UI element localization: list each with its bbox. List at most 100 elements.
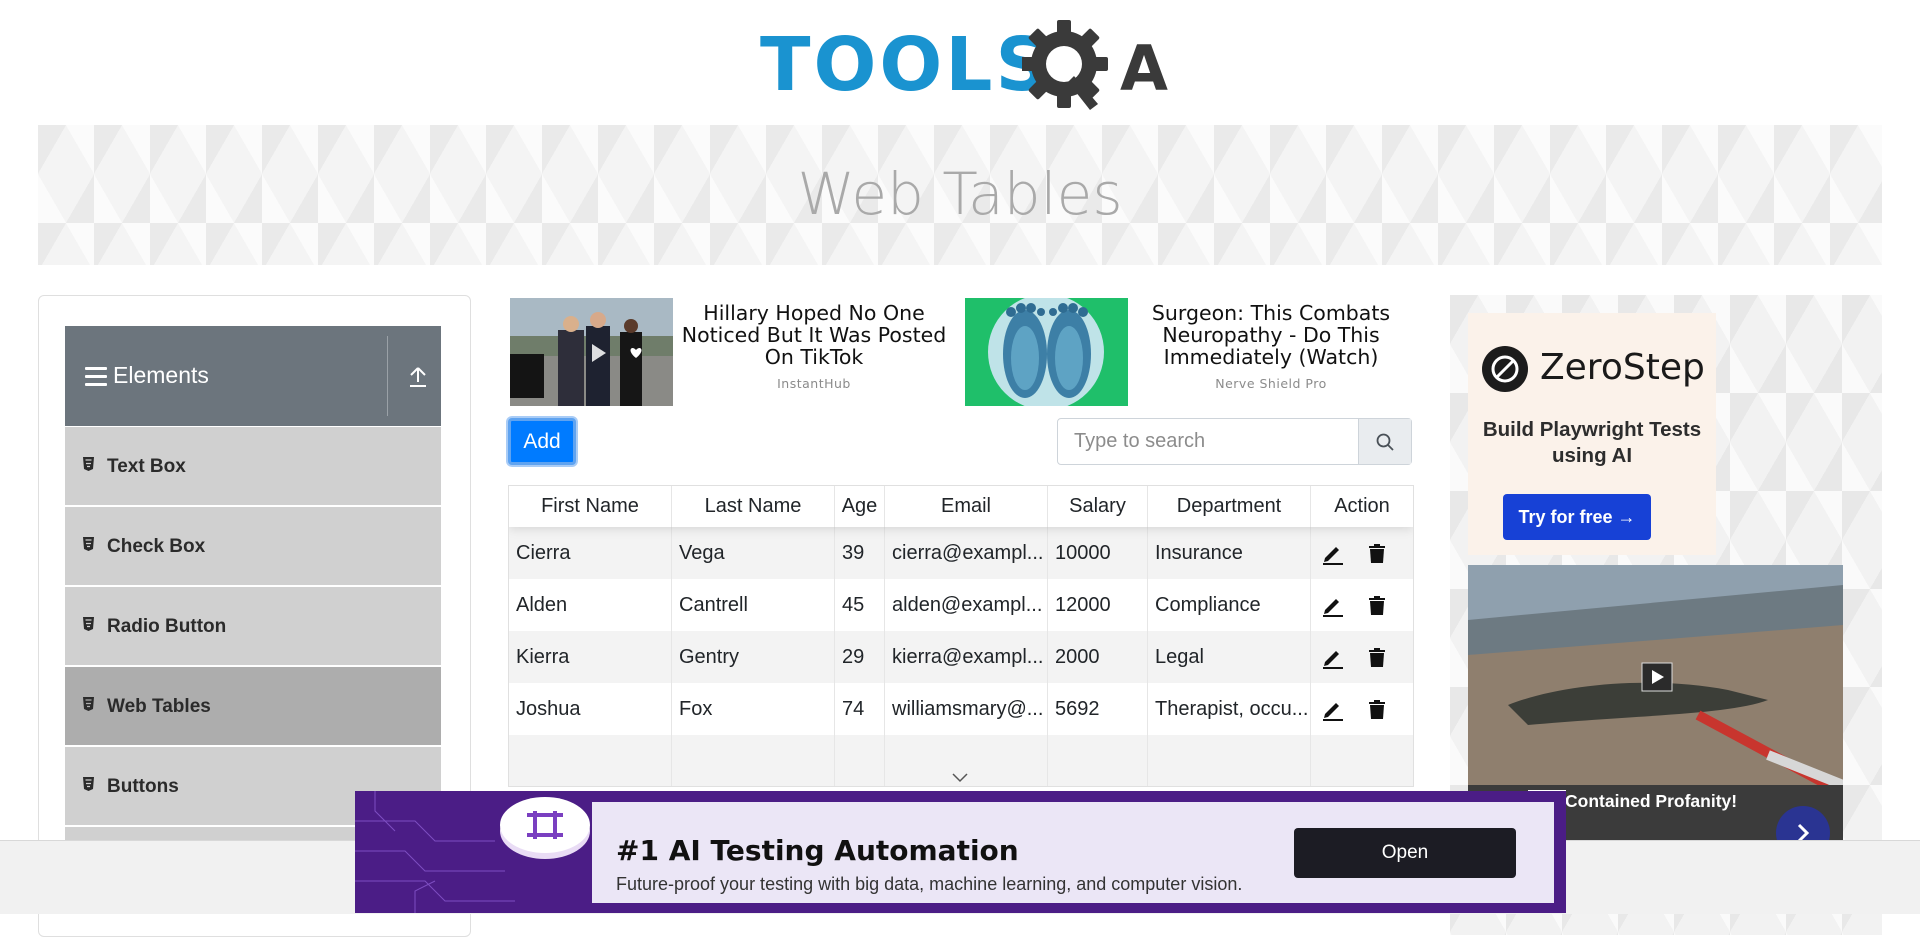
html5-icon bbox=[83, 617, 94, 631]
cell-salary: 5692 bbox=[1048, 683, 1148, 735]
add-button[interactable]: Add bbox=[508, 418, 576, 465]
column-header-email[interactable]: Email bbox=[885, 486, 1048, 527]
sponsored-ad-2[interactable]: Surgeon: This Combats Neuropathy - Do Th… bbox=[965, 298, 1405, 406]
column-header-first-name[interactable]: First Name bbox=[509, 486, 672, 527]
cell-age: 74 bbox=[835, 683, 885, 735]
zerostep-logo-icon bbox=[1482, 346, 1528, 392]
edit-pencil-icon[interactable] bbox=[1321, 541, 1345, 565]
bottom-ad-content: #1 AI Testing Automation Future-proof yo… bbox=[592, 802, 1554, 903]
html5-icon bbox=[83, 457, 94, 471]
edit-pencil-icon[interactable] bbox=[1321, 697, 1345, 721]
sidebar-item-radio-button[interactable]: Radio Button bbox=[65, 587, 441, 667]
video-ad[interactable] bbox=[1468, 565, 1843, 785]
toolsqa-logo[interactable]: TOOLS A bbox=[760, 18, 1168, 114]
cell-email: alden@exampl... bbox=[885, 579, 1048, 631]
search-icon bbox=[1376, 433, 1394, 451]
delete-trash-icon[interactable] bbox=[1365, 541, 1389, 565]
table-header-row: First Name Last Name Age Email Salary De… bbox=[509, 486, 1413, 527]
sidebar-group-elements[interactable]: Elements bbox=[65, 326, 441, 426]
cell-email: kierra@exampl... bbox=[885, 631, 1048, 683]
cell-department: Therapist, occu... bbox=[1148, 683, 1311, 735]
logo-text-tools: TOOLS bbox=[760, 22, 1052, 108]
svg-text:A: A bbox=[1120, 32, 1168, 105]
cell-salary: 12000 bbox=[1048, 579, 1148, 631]
try-for-free-button[interactable]: Try for free → bbox=[1503, 494, 1651, 540]
table-row: Cierra Vega 39 cierra@exampl... 10000 In… bbox=[509, 527, 1413, 579]
cell-age: 45 bbox=[835, 579, 885, 631]
sidebar-group-title: Elements bbox=[113, 362, 209, 388]
cell-empty bbox=[509, 735, 672, 786]
table-row: Alden Cantrell 45 alden@exampl... 12000 … bbox=[509, 579, 1413, 631]
cell-salary: 2000 bbox=[1048, 631, 1148, 683]
column-header-last-name[interactable]: Last Name bbox=[672, 486, 835, 527]
cell-empty bbox=[672, 735, 835, 786]
cell-first-name: Cierra bbox=[509, 527, 672, 579]
cell-last-name: Vega bbox=[672, 527, 835, 579]
ad-thumbnail-image bbox=[510, 298, 673, 406]
column-header-age[interactable]: Age bbox=[835, 486, 885, 527]
cell-department: Compliance bbox=[1148, 579, 1311, 631]
open-button[interactable]: Open bbox=[1294, 828, 1516, 878]
bottom-ad-title[interactable]: #1 AI Testing Automation bbox=[616, 834, 1019, 867]
collapse-up-icon[interactable] bbox=[408, 366, 428, 388]
cell-salary: 10000 bbox=[1048, 527, 1148, 579]
ai-chip-illustration bbox=[355, 791, 592, 913]
cell-action bbox=[1311, 579, 1413, 631]
html5-icon bbox=[83, 697, 94, 711]
cell-last-name: Cantrell bbox=[672, 579, 835, 631]
cell-age: 29 bbox=[835, 631, 885, 683]
table-row: Joshua Fox 74 williamsmary@... 5692 Ther… bbox=[509, 683, 1413, 735]
search-button[interactable] bbox=[1358, 419, 1411, 464]
page-title: Web Tables bbox=[797, 160, 1123, 228]
cell-last-name: Gentry bbox=[672, 631, 835, 683]
sidebar-item-label: Text Box bbox=[107, 456, 186, 477]
bottom-banner-ad[interactable]: #1 AI Testing Automation Future-proof yo… bbox=[355, 791, 1566, 913]
column-header-department[interactable]: Department bbox=[1148, 486, 1311, 527]
zerostep-tagline: Build Playwright Tests using AI bbox=[1482, 418, 1702, 467]
cell-department: Insurance bbox=[1148, 527, 1311, 579]
zerostep-brand: ZeroStep bbox=[1540, 347, 1705, 388]
cell-action bbox=[1311, 683, 1413, 735]
search-input[interactable] bbox=[1058, 419, 1358, 464]
cell-first-name: Kierra bbox=[509, 631, 672, 683]
zerostep-ad[interactable]: ZeroStep Build Playwright Tests using AI… bbox=[1468, 313, 1716, 555]
sidebar-item-label: Buttons bbox=[107, 776, 179, 797]
cell-action bbox=[1311, 631, 1413, 683]
ad-thumbnail-image bbox=[965, 298, 1128, 406]
logo-gear-q-icon: A bbox=[1022, 20, 1168, 110]
cell-department: Legal bbox=[1148, 631, 1311, 683]
html5-icon bbox=[83, 537, 94, 551]
delete-trash-icon[interactable] bbox=[1365, 697, 1389, 721]
cell-first-name: Alden bbox=[509, 579, 672, 631]
cell-empty bbox=[1148, 735, 1311, 786]
cell-age: 39 bbox=[835, 527, 885, 579]
sidebar-item-label: Radio Button bbox=[107, 616, 227, 637]
delete-trash-icon[interactable] bbox=[1365, 593, 1389, 617]
sidebar-item-text-box[interactable]: Text Box bbox=[65, 427, 441, 507]
cell-empty bbox=[835, 735, 885, 786]
bottom-ad-subtitle: Future-proof your testing with big data,… bbox=[616, 874, 1243, 894]
web-table: First Name Last Name Age Email Salary De… bbox=[508, 485, 1414, 787]
ad-source: Nerve Shield Pro bbox=[1215, 376, 1327, 391]
cell-last-name: Fox bbox=[672, 683, 835, 735]
html5-icon bbox=[83, 777, 94, 791]
sidebar-item-web-tables[interactable]: Web Tables bbox=[65, 667, 441, 747]
edit-pencil-icon[interactable] bbox=[1321, 593, 1345, 617]
ad-headline[interactable]: Hillary Hoped No One Noticed But It Was … bbox=[678, 302, 950, 368]
column-header-salary[interactable]: Salary bbox=[1048, 486, 1148, 527]
sidebar-item-label: Check Box bbox=[107, 536, 206, 557]
cell-empty bbox=[1048, 735, 1148, 786]
ad-source: InstantHub bbox=[777, 376, 851, 391]
ad-headline[interactable]: Surgeon: This Combats Neuropathy - Do Th… bbox=[1137, 302, 1405, 368]
sponsored-ad-1[interactable]: Hillary Hoped No One Noticed But It Was … bbox=[510, 298, 950, 406]
table-row: Kierra Gentry 29 kierra@exampl... 2000 L… bbox=[509, 631, 1413, 683]
sidebar-item-check-box[interactable]: Check Box bbox=[65, 507, 441, 587]
chevron-down-icon[interactable] bbox=[952, 773, 968, 783]
cell-email: cierra@exampl... bbox=[885, 527, 1048, 579]
edit-pencil-icon[interactable] bbox=[1321, 645, 1345, 669]
column-header-action: Action bbox=[1334, 495, 1390, 517]
header-divider bbox=[387, 336, 388, 416]
video-caption: Contained Profanity! bbox=[1565, 791, 1738, 811]
sidebar-item-label: Web Tables bbox=[107, 696, 211, 717]
delete-trash-icon[interactable] bbox=[1365, 645, 1389, 669]
